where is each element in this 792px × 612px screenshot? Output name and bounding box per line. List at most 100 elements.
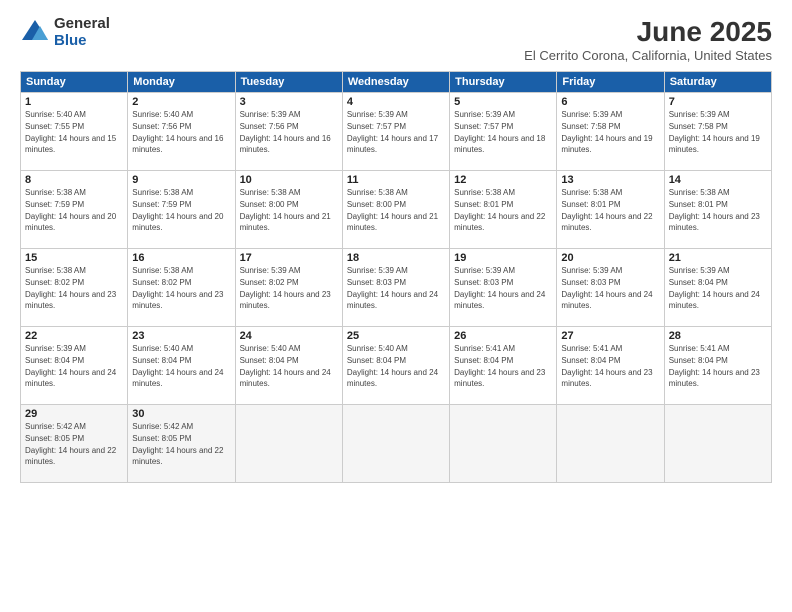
day-info: Sunrise: 5:40 AMSunset: 8:04 PMDaylight:… <box>347 344 438 388</box>
day-number: 14 <box>669 174 767 186</box>
table-row <box>235 405 342 483</box>
day-info: Sunrise: 5:38 AMSunset: 7:59 PMDaylight:… <box>25 188 116 232</box>
day-info: Sunrise: 5:39 AMSunset: 8:04 PMDaylight:… <box>669 266 760 310</box>
table-row: 25 Sunrise: 5:40 AMSunset: 8:04 PMDaylig… <box>342 327 449 405</box>
table-row: 13 Sunrise: 5:38 AMSunset: 8:01 PMDaylig… <box>557 171 664 249</box>
header-wednesday: Wednesday <box>342 72 449 93</box>
day-number: 16 <box>132 252 230 264</box>
day-info: Sunrise: 5:41 AMSunset: 8:04 PMDaylight:… <box>561 344 652 388</box>
day-number: 30 <box>132 408 230 420</box>
table-row: 22 Sunrise: 5:39 AMSunset: 8:04 PMDaylig… <box>21 327 128 405</box>
day-info: Sunrise: 5:39 AMSunset: 8:02 PMDaylight:… <box>240 266 331 310</box>
day-info: Sunrise: 5:40 AMSunset: 7:56 PMDaylight:… <box>132 110 223 154</box>
day-info: Sunrise: 5:39 AMSunset: 8:03 PMDaylight:… <box>454 266 545 310</box>
day-number: 21 <box>669 252 767 264</box>
day-number: 19 <box>454 252 552 264</box>
day-info: Sunrise: 5:38 AMSunset: 8:01 PMDaylight:… <box>454 188 545 232</box>
table-row: 9 Sunrise: 5:38 AMSunset: 7:59 PMDayligh… <box>128 171 235 249</box>
header-saturday: Saturday <box>664 72 771 93</box>
day-number: 17 <box>240 252 338 264</box>
week-row-1: 1 Sunrise: 5:40 AMSunset: 7:55 PMDayligh… <box>21 93 772 171</box>
table-row: 23 Sunrise: 5:40 AMSunset: 8:04 PMDaylig… <box>128 327 235 405</box>
day-number: 2 <box>132 96 230 108</box>
day-number: 22 <box>25 330 123 342</box>
table-row: 26 Sunrise: 5:41 AMSunset: 8:04 PMDaylig… <box>450 327 557 405</box>
table-row: 8 Sunrise: 5:38 AMSunset: 7:59 PMDayligh… <box>21 171 128 249</box>
day-info: Sunrise: 5:38 AMSunset: 8:02 PMDaylight:… <box>132 266 223 310</box>
day-number: 12 <box>454 174 552 186</box>
day-info: Sunrise: 5:39 AMSunset: 8:04 PMDaylight:… <box>25 344 116 388</box>
day-number: 5 <box>454 96 552 108</box>
table-row: 2 Sunrise: 5:40 AMSunset: 7:56 PMDayligh… <box>128 93 235 171</box>
day-number: 23 <box>132 330 230 342</box>
day-info: Sunrise: 5:38 AMSunset: 8:01 PMDaylight:… <box>561 188 652 232</box>
table-row: 12 Sunrise: 5:38 AMSunset: 8:01 PMDaylig… <box>450 171 557 249</box>
table-row: 4 Sunrise: 5:39 AMSunset: 7:57 PMDayligh… <box>342 93 449 171</box>
table-row: 15 Sunrise: 5:38 AMSunset: 8:02 PMDaylig… <box>21 249 128 327</box>
day-info: Sunrise: 5:39 AMSunset: 7:57 PMDaylight:… <box>347 110 438 154</box>
day-info: Sunrise: 5:42 AMSunset: 8:05 PMDaylight:… <box>132 422 223 466</box>
day-number: 15 <box>25 252 123 264</box>
table-row: 30 Sunrise: 5:42 AMSunset: 8:05 PMDaylig… <box>128 405 235 483</box>
title-block: June 2025 El Cerrito Corona, California,… <box>524 16 772 63</box>
day-number: 28 <box>669 330 767 342</box>
table-row: 16 Sunrise: 5:38 AMSunset: 8:02 PMDaylig… <box>128 249 235 327</box>
day-info: Sunrise: 5:39 AMSunset: 7:57 PMDaylight:… <box>454 110 545 154</box>
day-number: 29 <box>25 408 123 420</box>
logo-icon <box>20 18 50 48</box>
table-row: 17 Sunrise: 5:39 AMSunset: 8:02 PMDaylig… <box>235 249 342 327</box>
week-row-4: 22 Sunrise: 5:39 AMSunset: 8:04 PMDaylig… <box>21 327 772 405</box>
table-row: 6 Sunrise: 5:39 AMSunset: 7:58 PMDayligh… <box>557 93 664 171</box>
week-row-3: 15 Sunrise: 5:38 AMSunset: 8:02 PMDaylig… <box>21 249 772 327</box>
day-info: Sunrise: 5:41 AMSunset: 8:04 PMDaylight:… <box>669 344 760 388</box>
day-number: 26 <box>454 330 552 342</box>
table-row: 20 Sunrise: 5:39 AMSunset: 8:03 PMDaylig… <box>557 249 664 327</box>
calendar-header-row: Sunday Monday Tuesday Wednesday Thursday… <box>21 72 772 93</box>
logo-text: General Blue <box>54 16 110 49</box>
day-number: 4 <box>347 96 445 108</box>
day-info: Sunrise: 5:39 AMSunset: 7:58 PMDaylight:… <box>669 110 760 154</box>
day-number: 8 <box>25 174 123 186</box>
table-row: 29 Sunrise: 5:42 AMSunset: 8:05 PMDaylig… <box>21 405 128 483</box>
table-row <box>664 405 771 483</box>
table-row: 24 Sunrise: 5:40 AMSunset: 8:04 PMDaylig… <box>235 327 342 405</box>
day-info: Sunrise: 5:41 AMSunset: 8:04 PMDaylight:… <box>454 344 545 388</box>
day-info: Sunrise: 5:38 AMSunset: 7:59 PMDaylight:… <box>132 188 223 232</box>
day-number: 18 <box>347 252 445 264</box>
table-row <box>450 405 557 483</box>
table-row: 21 Sunrise: 5:39 AMSunset: 8:04 PMDaylig… <box>664 249 771 327</box>
table-row: 11 Sunrise: 5:38 AMSunset: 8:00 PMDaylig… <box>342 171 449 249</box>
header-sunday: Sunday <box>21 72 128 93</box>
day-number: 7 <box>669 96 767 108</box>
day-number: 10 <box>240 174 338 186</box>
table-row: 1 Sunrise: 5:40 AMSunset: 7:55 PMDayligh… <box>21 93 128 171</box>
day-number: 20 <box>561 252 659 264</box>
day-number: 6 <box>561 96 659 108</box>
week-row-2: 8 Sunrise: 5:38 AMSunset: 7:59 PMDayligh… <box>21 171 772 249</box>
day-number: 13 <box>561 174 659 186</box>
day-info: Sunrise: 5:39 AMSunset: 8:03 PMDaylight:… <box>347 266 438 310</box>
header-monday: Monday <box>128 72 235 93</box>
day-number: 24 <box>240 330 338 342</box>
logo-blue: Blue <box>54 33 110 50</box>
day-info: Sunrise: 5:39 AMSunset: 8:03 PMDaylight:… <box>561 266 652 310</box>
main-title: June 2025 <box>524 16 772 48</box>
day-info: Sunrise: 5:40 AMSunset: 8:04 PMDaylight:… <box>132 344 223 388</box>
day-number: 1 <box>25 96 123 108</box>
day-info: Sunrise: 5:38 AMSunset: 8:02 PMDaylight:… <box>25 266 116 310</box>
table-row: 7 Sunrise: 5:39 AMSunset: 7:58 PMDayligh… <box>664 93 771 171</box>
table-row: 19 Sunrise: 5:39 AMSunset: 8:03 PMDaylig… <box>450 249 557 327</box>
table-row: 14 Sunrise: 5:38 AMSunset: 8:01 PMDaylig… <box>664 171 771 249</box>
week-row-5: 29 Sunrise: 5:42 AMSunset: 8:05 PMDaylig… <box>21 405 772 483</box>
day-info: Sunrise: 5:38 AMSunset: 8:00 PMDaylight:… <box>240 188 331 232</box>
day-number: 25 <box>347 330 445 342</box>
header: General Blue June 2025 El Cerrito Corona… <box>20 16 772 63</box>
table-row: 10 Sunrise: 5:38 AMSunset: 8:00 PMDaylig… <box>235 171 342 249</box>
table-row: 3 Sunrise: 5:39 AMSunset: 7:56 PMDayligh… <box>235 93 342 171</box>
table-row <box>557 405 664 483</box>
day-info: Sunrise: 5:38 AMSunset: 8:00 PMDaylight:… <box>347 188 438 232</box>
subtitle: El Cerrito Corona, California, United St… <box>524 48 772 63</box>
calendar-table: Sunday Monday Tuesday Wednesday Thursday… <box>20 71 772 483</box>
table-row: 27 Sunrise: 5:41 AMSunset: 8:04 PMDaylig… <box>557 327 664 405</box>
table-row: 18 Sunrise: 5:39 AMSunset: 8:03 PMDaylig… <box>342 249 449 327</box>
